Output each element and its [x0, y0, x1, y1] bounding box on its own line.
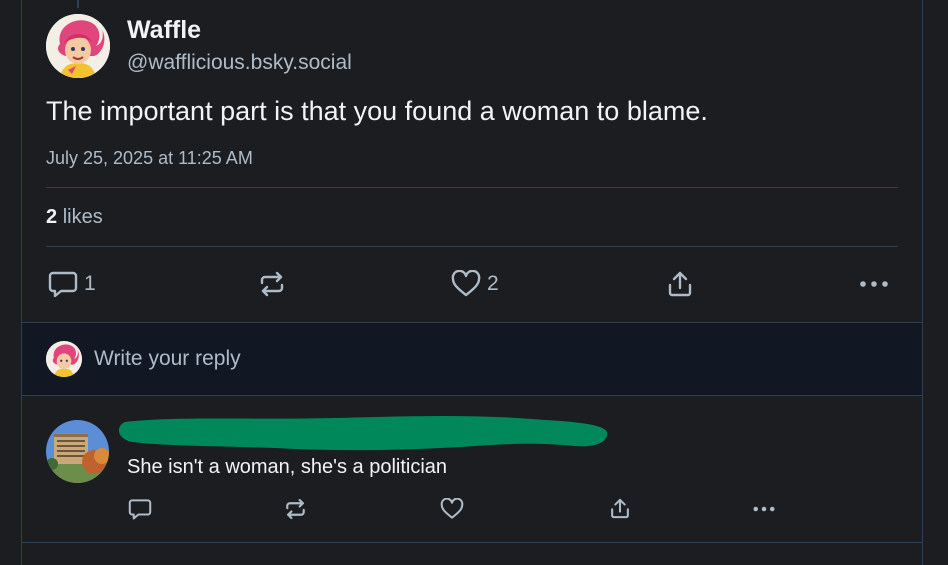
share-button[interactable] — [666, 270, 694, 298]
reply-icon — [128, 498, 152, 520]
repost-icon — [258, 271, 286, 297]
reply-input-placeholder[interactable]: Write your reply — [94, 347, 241, 371]
reply-button[interactable]: 1 — [48, 270, 96, 298]
redacted-author-name — [115, 412, 611, 457]
author-handle[interactable]: @wafflicious.bsky.social — [127, 51, 352, 75]
like-count: 2 — [487, 272, 499, 295]
likes-count: 2 — [46, 206, 58, 228]
like-button[interactable]: 2 — [451, 270, 499, 298]
share-icon — [666, 270, 694, 298]
reply-count: 1 — [84, 272, 96, 295]
post-text: The important part is that you found a w… — [46, 96, 708, 126]
reply-text: She isn't a woman, she's a politician — [127, 456, 448, 478]
reply-reply-button[interactable] — [128, 498, 152, 520]
more-icon — [858, 272, 890, 296]
current-user-avatar — [46, 341, 82, 377]
thread-view: Waffle @wafflicious.bsky.social The impo… — [0, 0, 948, 565]
more-icon — [751, 500, 777, 518]
reply-more-options-button[interactable] — [751, 500, 777, 518]
repost-button[interactable] — [258, 271, 286, 297]
likes-summary[interactable]: 2 likes — [46, 206, 103, 229]
column-border-right — [922, 0, 923, 565]
likes-label: likes — [62, 206, 103, 228]
more-options-button[interactable] — [858, 272, 890, 296]
divider — [46, 187, 898, 188]
reply-repost-button[interactable] — [284, 498, 307, 520]
repost-icon — [284, 498, 307, 520]
author-avatar[interactable] — [46, 14, 110, 78]
reply-author-avatar[interactable] — [46, 420, 109, 483]
heart-icon — [440, 498, 464, 520]
reply-icon — [48, 270, 78, 298]
post-timestamp: July 25, 2025 at 11:25 AM — [46, 148, 253, 168]
reply-like-button[interactable] — [440, 498, 464, 520]
thread-connector — [77, 0, 79, 8]
author-name[interactable]: Waffle — [127, 16, 201, 45]
divider — [46, 246, 898, 247]
share-icon — [609, 497, 631, 520]
section-divider — [21, 542, 923, 543]
heart-icon — [451, 270, 481, 298]
section-divider — [21, 395, 923, 396]
column-border-left — [21, 0, 22, 565]
reply-share-button[interactable] — [609, 497, 631, 520]
